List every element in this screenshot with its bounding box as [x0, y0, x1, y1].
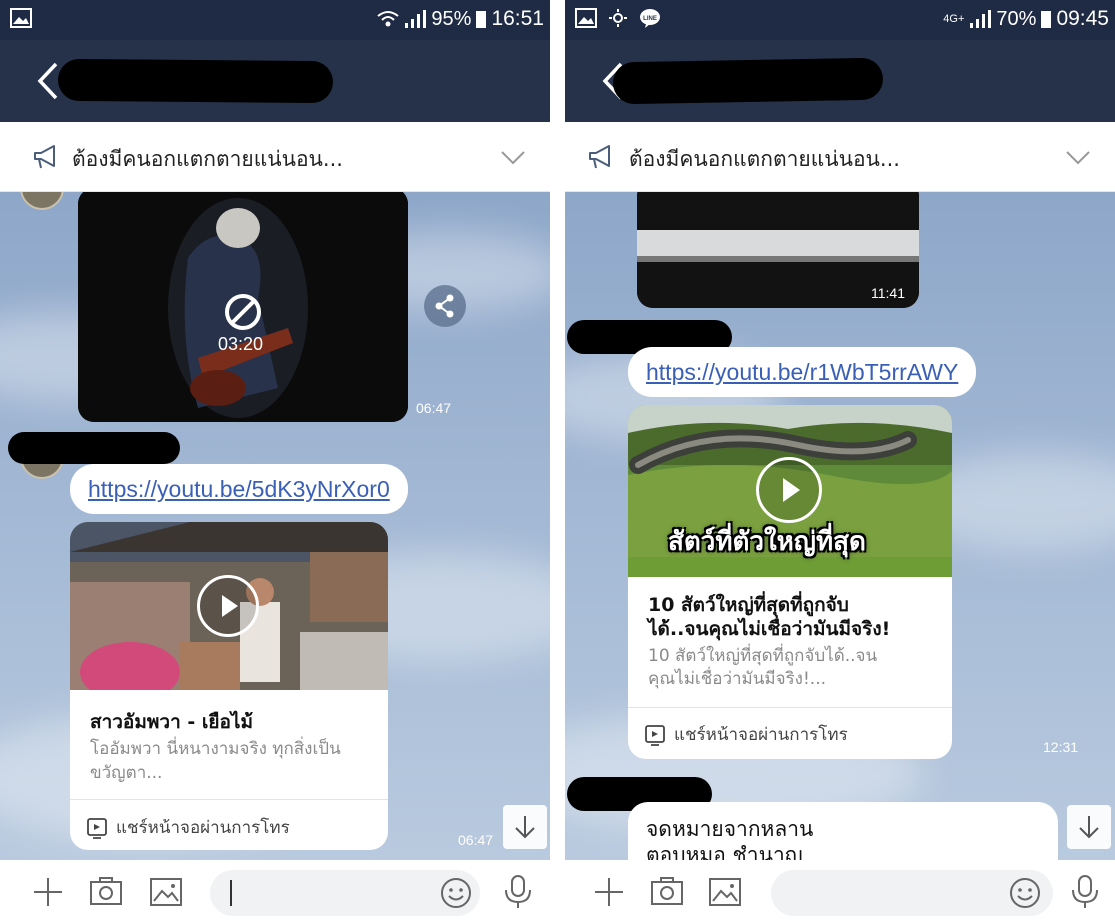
- chevron-down-icon[interactable]: [500, 144, 526, 170]
- signal-icon: [405, 10, 427, 28]
- share-button[interactable]: [424, 285, 466, 327]
- card-divider: [628, 707, 952, 708]
- arrow-down-icon: [1079, 816, 1099, 839]
- megaphone-icon: [34, 145, 55, 169]
- emoji-icon[interactable]: [1007, 875, 1043, 911]
- svg-text:LINE: LINE: [643, 16, 657, 22]
- screen-share-icon: [87, 817, 107, 839]
- announcement-text: ต้องมีคนอกแตกตายแน่นอน...: [72, 147, 343, 171]
- chat-title-redacted: [57, 58, 334, 104]
- announcement-bar[interactable]: ต้องมีคนอกแตกตายแน่นอน...: [565, 122, 1115, 192]
- input-bar: [565, 860, 1115, 924]
- clock: 16:51: [491, 7, 544, 30]
- clock: 09:45: [1056, 7, 1109, 30]
- screen-share-label: แชร์หน้าจอผ่านการโทร: [116, 818, 290, 838]
- mic-icon[interactable]: [500, 874, 536, 910]
- status-bar: LINE 4G+ 70% 09:45: [565, 0, 1115, 40]
- card-description-line1: โออัมพวา นี่หนางามจริง ทุกสิ่งเป็น: [90, 739, 341, 759]
- battery-icon: [476, 11, 487, 28]
- emoji-icon[interactable]: [438, 875, 474, 911]
- text-message-line1: จดหมายจากหลาน: [646, 817, 814, 841]
- thumbnail-caption: สัตว์ที่ตัวใหญ่ที่สุด: [668, 527, 866, 557]
- megaphone-icon: [589, 145, 610, 169]
- scroll-down-button[interactable]: [1067, 805, 1111, 849]
- block-icon: [225, 294, 261, 330]
- card-description-line1: 10 สัตว์ใหญ่ที่สุดที่ถูกจับได้..จน: [648, 646, 878, 666]
- play-button[interactable]: [756, 457, 822, 523]
- right-chat-screen: LINE 4G+ 70% 09:45 ต้องมีคนอกแตกตายแน่นอ…: [565, 0, 1115, 924]
- link-message[interactable]: https://youtu.be/r1WbT5rrAWY: [628, 347, 977, 397]
- share-icon: [435, 294, 454, 318]
- signal-icon: [970, 10, 992, 28]
- left-chat-screen: 95% 16:51 ต้องมีคนอกแตกตายแน่นอน... 03:2…: [0, 0, 550, 924]
- image-icon: [10, 8, 32, 28]
- wifi-icon: [377, 11, 400, 27]
- play-icon: [222, 595, 238, 617]
- message-time: 11:41: [871, 285, 905, 301]
- card-description-line2: คุณไม่เชื่อว่ามันมีจริง!...: [648, 669, 827, 689]
- line-app-icon: LINE: [640, 9, 660, 28]
- link-url[interactable]: https://youtu.be/r1WbT5rrAWY: [646, 359, 958, 386]
- camera-icon[interactable]: [88, 874, 124, 910]
- screen-share-icon: [645, 724, 665, 746]
- status-bar: 95% 16:51: [0, 0, 550, 40]
- gallery-icon[interactable]: [148, 874, 184, 910]
- image-icon: [575, 8, 597, 28]
- card-title: สาวอัมพวา - เยือไม้: [90, 711, 253, 733]
- dots-icon: [609, 9, 627, 27]
- chat-header: [0, 40, 550, 122]
- video-message[interactable]: 03:20: [78, 192, 408, 422]
- video-duration: 03:20: [218, 334, 264, 354]
- battery-percent: 70%: [996, 7, 1037, 30]
- text-message[interactable]: จดหมายจากหลาน ตอบหมอ ชำนาญ: [628, 802, 1058, 860]
- battery-icon: [1041, 11, 1052, 28]
- network-type: 4G+: [943, 13, 965, 25]
- plus-icon[interactable]: [591, 874, 627, 910]
- link-preview-card[interactable]: สาวอัมพวา - เยือไม้ โออัมพวา นี่หนางามจร…: [70, 522, 388, 850]
- chevron-down-icon[interactable]: [1065, 144, 1091, 170]
- screen-share-action[interactable]: แชร์หน้าจอผ่านการโทร: [644, 721, 848, 748]
- gallery-icon[interactable]: [707, 874, 743, 910]
- screen-share-label: แชร์หน้าจอผ่านการโทร: [674, 725, 848, 745]
- text-message-line2: ตอบหมอ ชำนาญ: [646, 843, 803, 860]
- chat-area[interactable]: 03:20 06:47 https://youtu.be/5dK3yNrXor0: [0, 192, 550, 860]
- message-time: 06:47: [416, 400, 452, 416]
- scroll-down-button[interactable]: [503, 805, 547, 849]
- card-divider: [70, 799, 388, 800]
- message-input[interactable]: [771, 870, 1053, 916]
- sender-name-redacted: [8, 432, 180, 464]
- plus-icon[interactable]: [30, 874, 66, 910]
- camera-icon[interactable]: [649, 874, 685, 910]
- screen-share-action[interactable]: แชร์หน้าจอผ่านการโทร: [86, 814, 290, 841]
- play-button[interactable]: [197, 575, 259, 637]
- avatar[interactable]: [20, 192, 64, 210]
- link-message[interactable]: https://youtu.be/5dK3yNrXor0: [70, 464, 408, 514]
- input-bar: [0, 860, 550, 924]
- card-title-line1: 10 สัตว์ใหญ่ที่สุดที่ถูกจับ: [648, 594, 849, 616]
- message-time: 06:47: [458, 832, 494, 848]
- text-caret: [230, 880, 232, 906]
- battery-percent: 95%: [431, 7, 472, 30]
- message-input[interactable]: [210, 870, 480, 916]
- chat-header: [565, 40, 1115, 122]
- link-preview-card[interactable]: สัตว์ที่ตัวใหญ่ที่สุด 10 สัตว์ใหญ่ที่สุด…: [628, 405, 952, 759]
- play-icon: [783, 478, 800, 502]
- chat-area[interactable]: 11:41 https://youtu.be/r1WbT5rrAWY สัตว์…: [565, 192, 1115, 860]
- card-title-line2: ได้..จนคุณไม่เชื่อว่ามันมีจริง!: [648, 618, 891, 640]
- card-description-line2: ขวัญตา...: [90, 763, 163, 783]
- announcement-text: ต้องมีคนอกแตกตายแน่นอน...: [629, 147, 900, 171]
- mic-icon[interactable]: [1067, 874, 1103, 910]
- link-url[interactable]: https://youtu.be/5dK3yNrXor0: [88, 476, 390, 503]
- message-time: 12:31: [1043, 739, 1079, 755]
- chat-title-redacted: [612, 57, 884, 105]
- announcement-bar[interactable]: ต้องมีคนอกแตกตายแน่นอน...: [0, 122, 550, 192]
- arrow-down-icon: [515, 816, 535, 839]
